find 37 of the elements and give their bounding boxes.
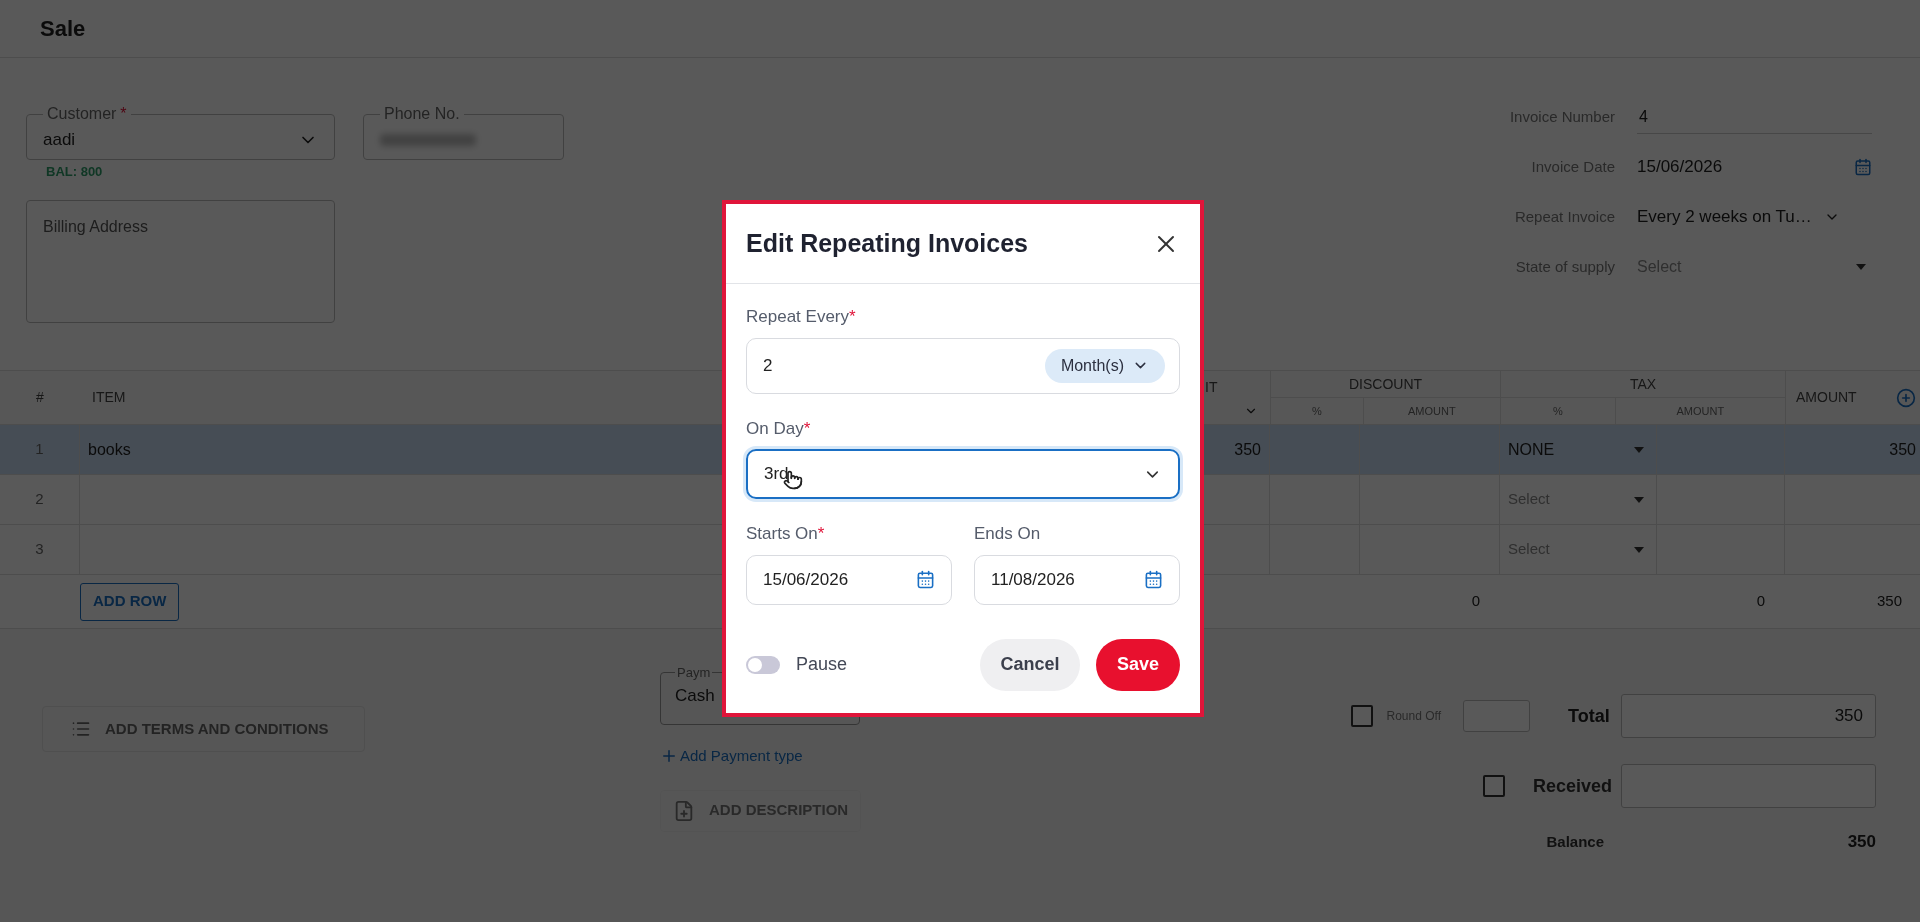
field-value: 15/06/2026 xyxy=(763,568,849,591)
field-label: Starts On xyxy=(746,523,818,545)
field-value: 15/06/2026 xyxy=(1637,156,1723,179)
total-cell: 350 xyxy=(1876,592,1902,610)
column-header: # xyxy=(36,388,44,407)
table-cell-text: 350 xyxy=(1889,439,1916,460)
received-label: Received xyxy=(1533,774,1614,798)
total-cell: 0 xyxy=(1756,592,1765,610)
table-cell-text: 350 xyxy=(1234,439,1261,460)
column-header: ITEM xyxy=(92,388,126,407)
field-value: 350 xyxy=(1834,705,1863,728)
column-header: TAX xyxy=(1629,374,1657,394)
field-value: aadi xyxy=(43,128,76,151)
page-title: Sale xyxy=(40,15,86,43)
field-value: Cash xyxy=(675,685,715,705)
balance-label: Balance xyxy=(1546,831,1604,852)
required-mark: * xyxy=(120,105,127,122)
column-header: AMOUNT xyxy=(1796,388,1857,407)
column-header: % xyxy=(1311,403,1322,419)
field-label: Repeat Every xyxy=(746,306,849,328)
table-cell-text: books xyxy=(88,439,131,460)
dialog-title: Edit Repeating Invoices xyxy=(746,227,1028,259)
field-label: Ends On xyxy=(974,523,1041,545)
field-value: 11/08/2026 xyxy=(991,568,1075,591)
field-value: 4 xyxy=(1639,106,1648,127)
total-label: Total xyxy=(1568,704,1611,728)
pause-label: Pause xyxy=(796,653,848,676)
field-value: Every 2 weeks on Tu… xyxy=(1637,206,1812,229)
total-cell: 0 xyxy=(1471,592,1480,610)
column-header: IT xyxy=(1205,378,1218,397)
column-header: % xyxy=(1552,403,1563,419)
column-header: DISCOUNT xyxy=(1348,374,1423,394)
required-mark: * xyxy=(817,523,825,545)
required-mark: * xyxy=(849,306,856,328)
field-value: 2 xyxy=(763,354,773,377)
balance-text: BAL: 800 xyxy=(46,163,104,181)
balance-value: 350 xyxy=(1846,831,1876,854)
